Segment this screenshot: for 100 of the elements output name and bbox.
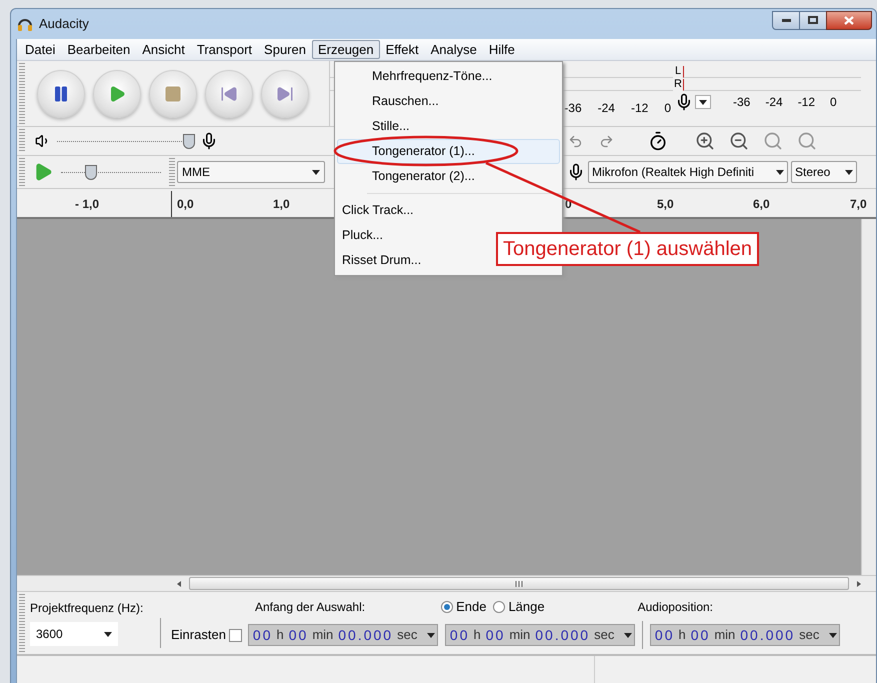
channels-dropdown[interactable]: Stereo: [791, 161, 857, 183]
dropdown-arrow-icon: [776, 170, 784, 174]
time-digits: 00: [690, 626, 710, 644]
meter-scale-label: -36: [564, 100, 582, 117]
menu-item[interactable]: Ansicht: [136, 40, 191, 59]
audio-position-label: Audioposition:: [638, 599, 713, 616]
time-unit: min: [312, 626, 334, 644]
time-unit: sec: [799, 626, 820, 644]
time-field[interactable]: 00 h 00 min 00.000 sec: [650, 624, 840, 646]
snap-label: Einrasten: [171, 626, 226, 644]
redo-icon[interactable]: [599, 134, 614, 148]
time-digits: 00.000: [338, 626, 394, 644]
pause-icon: [52, 84, 70, 102]
window-title: Audacity: [39, 15, 89, 34]
slider-thumb[interactable]: [85, 165, 97, 180]
menu-item[interactable]: Erzeugen: [312, 40, 380, 59]
menu-entry[interactable]: Stille...: [337, 114, 415, 139]
pause-button[interactable]: [37, 70, 85, 118]
time-digits: 00: [252, 626, 272, 644]
ruler-label: 0,0: [177, 196, 194, 213]
dropdown-arrow-icon: [624, 632, 632, 638]
callout-tooltip: Tongenerator (1) auswählen: [496, 232, 760, 266]
play-button[interactable]: [93, 70, 141, 118]
snap-checkbox[interactable]: [228, 628, 242, 642]
scroll-right-icon[interactable]: [857, 580, 861, 586]
rate-dropdown[interactable]: 3600: [30, 622, 118, 646]
meter-channel-label: L: [674, 64, 682, 79]
time-unit: min: [714, 626, 736, 644]
radio-button[interactable]: [493, 601, 506, 613]
slider[interactable]: [61, 162, 161, 182]
menu-entry[interactable]: Rauschen...: [337, 89, 444, 114]
dropdown-arrow-icon: [699, 100, 707, 104]
undo-icon[interactable]: [568, 134, 583, 148]
meter-scale-label: -36: [733, 94, 750, 111]
menu-item[interactable]: Hilfe: [482, 40, 521, 59]
play-icon: [108, 84, 126, 102]
skip-back-icon: [220, 84, 238, 102]
time-unit: h: [474, 626, 481, 644]
scroll-left-icon[interactable]: [177, 580, 181, 586]
menu-item[interactable]: Transport: [190, 40, 258, 59]
selection-start-label: Anfang der Auswahl:: [255, 599, 366, 616]
rate-label: Projektfrequenz (Hz):: [30, 600, 144, 617]
zoom-out-icon[interactable]: [729, 131, 749, 151]
meter-scale-label: -12: [798, 94, 816, 111]
time-field[interactable]: 00 h 00 min 00.000 sec: [444, 624, 635, 646]
ruler-label: 7,0: [850, 196, 867, 213]
slider[interactable]: [57, 131, 192, 151]
dropdown-arrow-icon: [104, 632, 112, 636]
menu-entry[interactable]: Tongenerator (1)...: [337, 139, 560, 164]
toolbar-grip[interactable]: [19, 594, 25, 652]
menu-entry[interactable]: Risset Drum...: [337, 248, 426, 273]
slider-thumb[interactable]: [183, 134, 196, 149]
radio-label: Länge: [508, 598, 545, 616]
toolbar-grip[interactable]: [19, 129, 25, 153]
skip-forward-icon: [276, 84, 294, 102]
menu-item[interactable]: Spuren: [258, 40, 312, 59]
minimize-button[interactable]: [772, 10, 800, 30]
skip-forward-button[interactable]: [261, 70, 309, 118]
toolbar-grip[interactable]: [19, 158, 25, 186]
menu-entry[interactable]: Pluck...: [337, 223, 388, 248]
input-device-dropdown[interactable]: Mikrofon (Realtek High Definiti: [588, 161, 788, 183]
time-digits: 00: [288, 626, 308, 644]
time-digits: 00: [450, 626, 470, 644]
menu-item[interactable]: Datei: [19, 40, 62, 59]
close-button[interactable]: [826, 10, 872, 30]
time-unit: sec: [397, 626, 418, 644]
timer-icon[interactable]: [648, 131, 668, 151]
meter-scale-label: -24: [765, 94, 783, 111]
stop-button[interactable]: [149, 70, 197, 118]
meter-channel-label: R: [673, 77, 683, 92]
zoom-in-icon[interactable]: [695, 131, 715, 151]
menu-item[interactable]: Effekt: [380, 40, 425, 59]
meter-menu-button[interactable]: [695, 95, 711, 109]
radio-button[interactable]: [441, 601, 454, 613]
menu-entry[interactable]: Mehrfrequenz-Töne...: [337, 64, 498, 89]
meter-scale-label: -12: [630, 100, 648, 117]
toolbar-grip[interactable]: [19, 63, 25, 124]
toolbar-grip[interactable]: [169, 158, 175, 186]
grip-icon: [515, 580, 523, 586]
time-unit: h: [276, 626, 284, 644]
horizontal-scrollbar-thumb[interactable]: [189, 577, 849, 590]
ruler-label: - 1,0: [75, 196, 100, 213]
menu-item[interactable]: Bearbeiten: [61, 40, 136, 59]
microphone-icon: [675, 93, 693, 111]
menu-item[interactable]: Analyse: [424, 40, 483, 59]
maximize-button[interactable]: [800, 10, 826, 30]
meter-scale-label: 0: [830, 94, 837, 111]
zoom-icon[interactable]: [797, 131, 817, 151]
time-unit: sec: [594, 626, 614, 644]
host-dropdown[interactable]: MME: [177, 161, 325, 183]
menu-entry[interactable]: Click Track...: [337, 198, 419, 223]
time-digits: 00: [654, 626, 674, 644]
stop-icon: [164, 84, 182, 102]
vertical-scrollbar[interactable]: [861, 219, 876, 575]
time-field[interactable]: 00 h 00 min 00.000 sec: [248, 624, 438, 646]
microphone-icon: [200, 132, 218, 150]
skip-back-button[interactable]: [205, 70, 253, 118]
dropdown-arrow-icon: [426, 632, 435, 638]
menu-entry[interactable]: Tongenerator (2)...: [337, 164, 480, 189]
dropdown-arrow-icon: [312, 170, 320, 174]
